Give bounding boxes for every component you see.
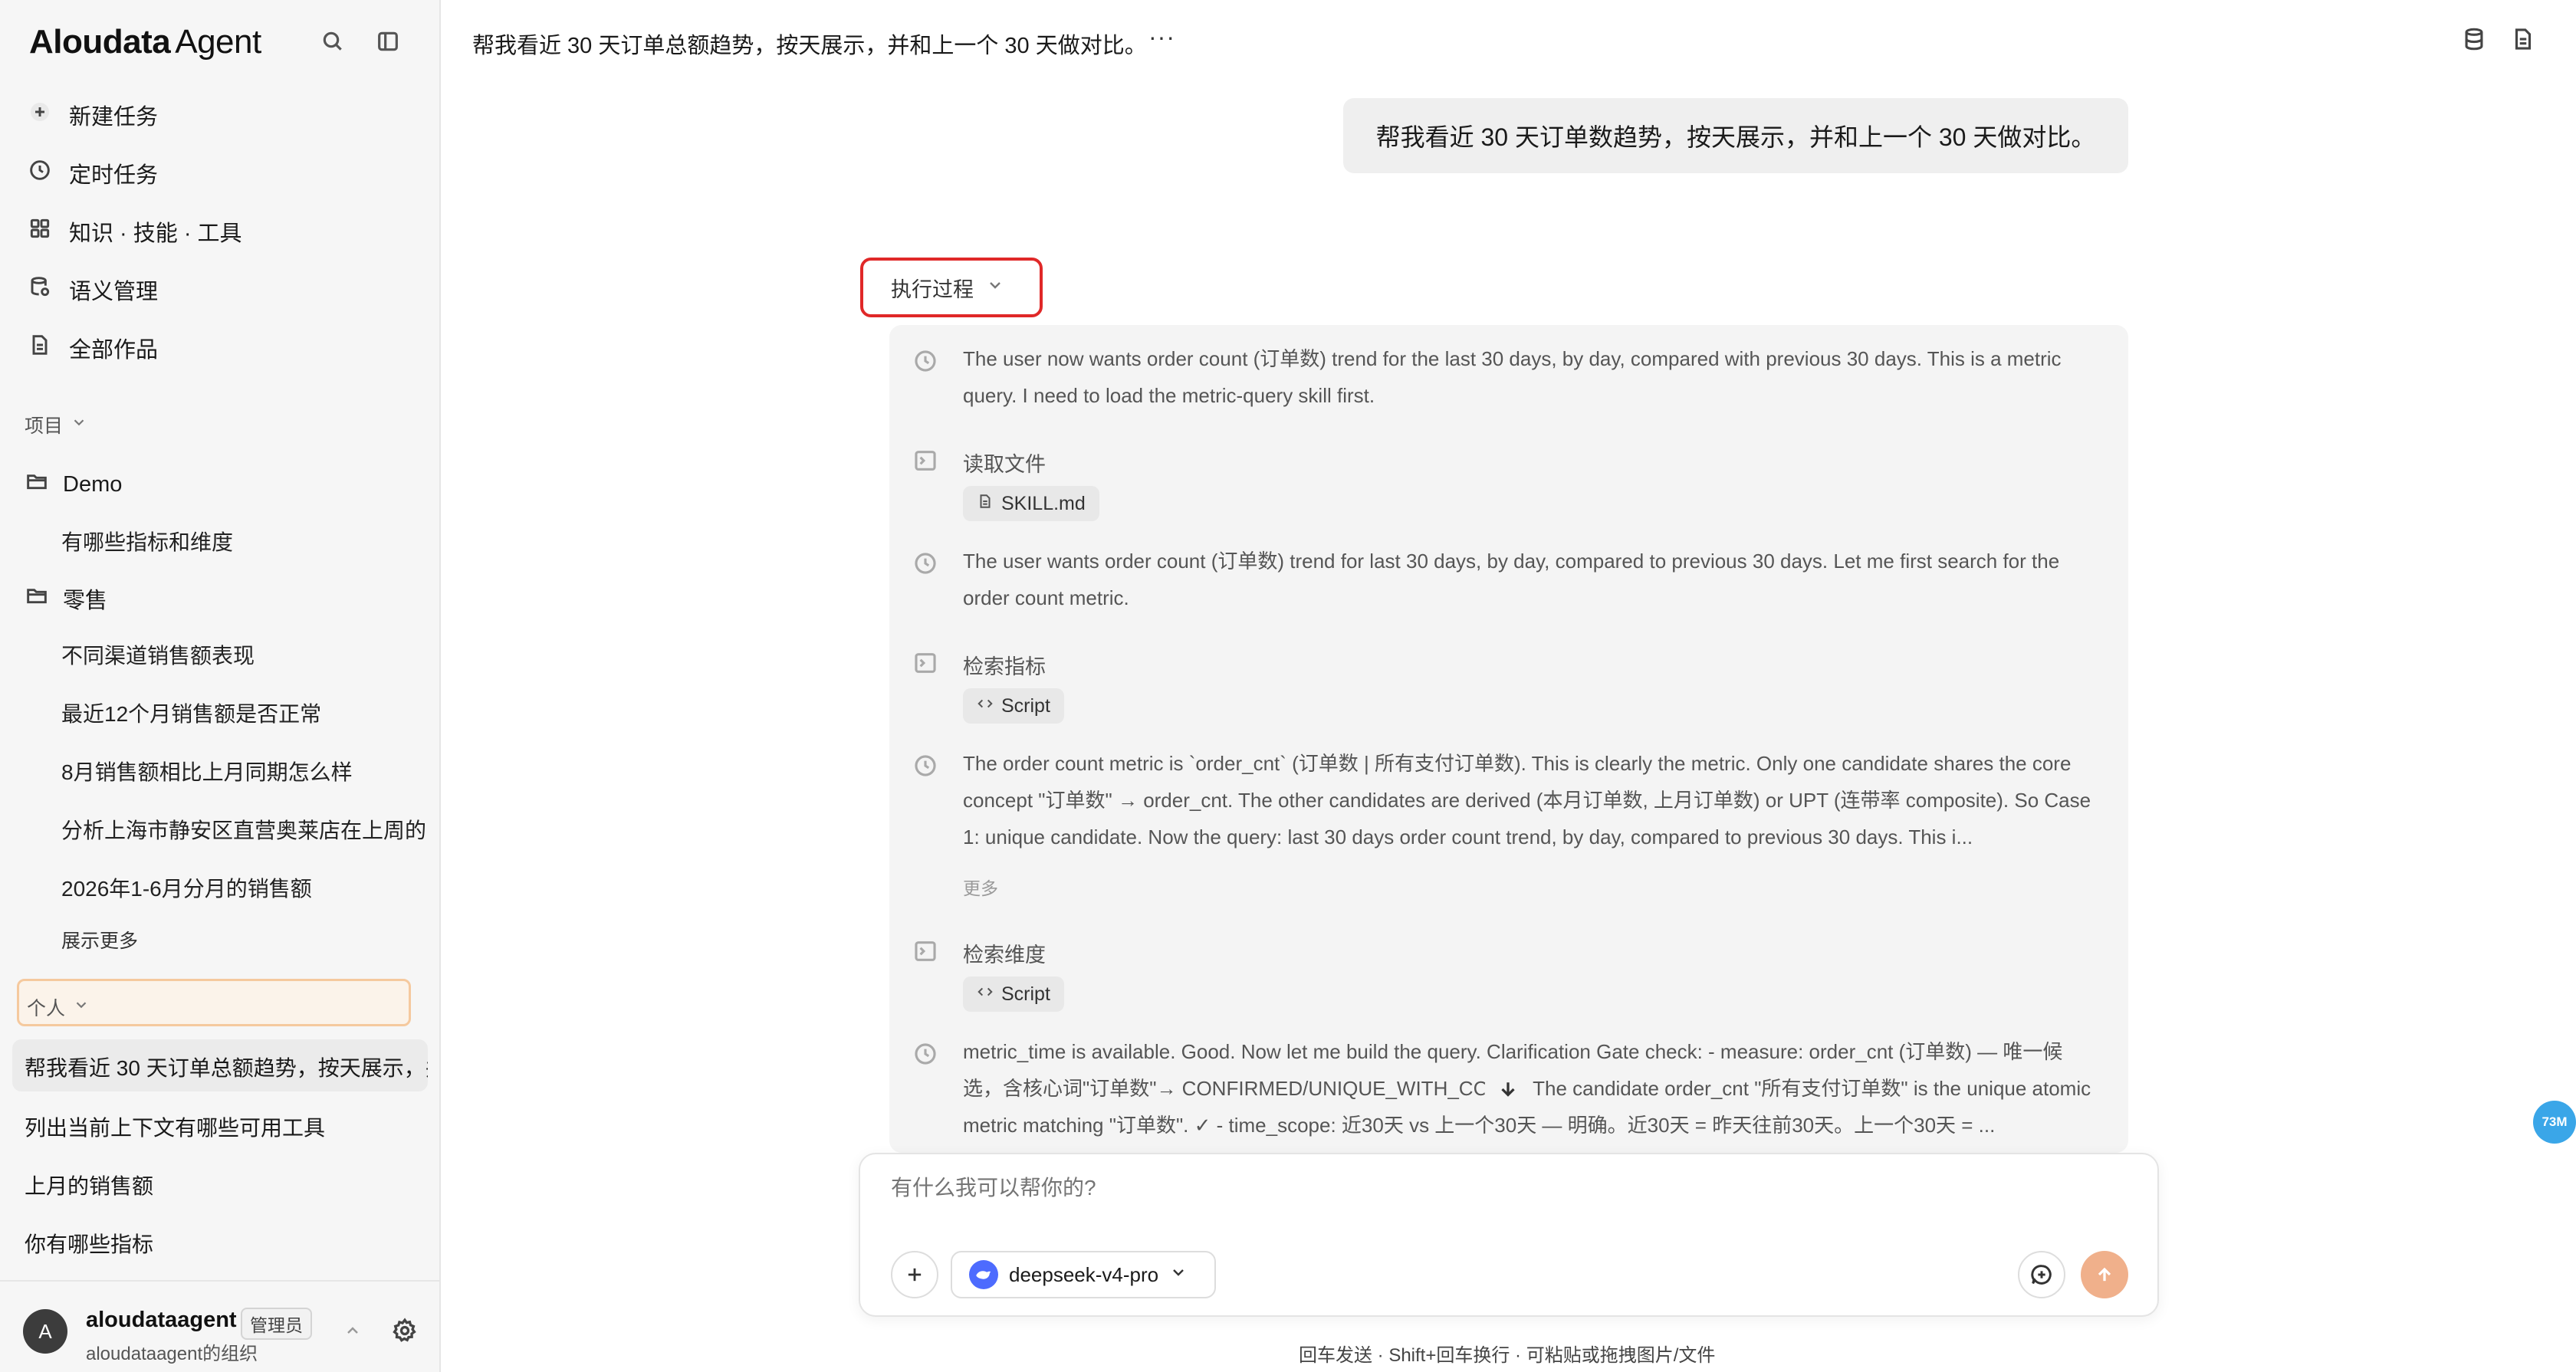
composer-hint: 回车发送 · Shift+回车换行 · 可粘贴或拖拽图片/文件 [1299,1345,1716,1366]
execution-process-toggle[interactable]: 执行过程 [860,258,1043,317]
user-profile-bar: A aloudataagent 管理员 aloudataagent的组织 [0,1280,441,1372]
chip-label: Script [1001,983,1050,1005]
conversation-item[interactable]: 你有哪些指标 [25,1228,416,1259]
chevron-up-icon[interactable] [343,1321,362,1344]
chevron-down-icon [1169,1263,1188,1287]
document-icon [28,333,52,363]
thought-text: The user now wants order count (订单数) tre… [963,347,2062,407]
avatar[interactable]: A [23,1309,67,1354]
tool-step-title: 检索指标 [963,655,1046,678]
script-chip[interactable]: Script [963,976,1064,1012]
nav-semantic-management[interactable]: 语义管理 [28,270,158,310]
nav-label: 语义管理 [69,280,159,304]
nav-label: 新建任务 [69,105,159,130]
user-org: aloudataagent的组织 [86,1344,258,1364]
folder-name: Demo [63,471,123,497]
scroll-to-bottom-button[interactable] [1484,1065,1532,1113]
nav-all-works[interactable]: 全部作品 [28,328,158,368]
script-chip[interactable]: Script [963,688,1064,724]
nav-label: 定时任务 [69,163,159,188]
thought-text: The user wants order count (订单数) trend f… [963,550,2060,609]
file-icon [977,493,994,515]
chevron-down-icon [986,276,1004,300]
attach-button[interactable] [891,1251,938,1298]
nav-knowledge-skills-tools[interactable]: 知识 · 技能 · 工具 [28,212,242,251]
plus-icon [908,1268,922,1282]
thought-text: The order count metric is `order_cnt` (订… [963,752,2091,848]
nav-label: 全部作品 [69,338,159,363]
tool-step-title: 检索维度 [963,944,1046,967]
code-icon [977,695,994,717]
new-chat-button[interactable] [2018,1251,2065,1298]
message-composer: deepseek-v4-pro [859,1153,2159,1317]
personal-label: 个人 [27,998,66,1019]
file-chip[interactable]: SKILL.md [963,486,1099,521]
conversation-title: 帮我看近 30 天订单总额趋势，按天展示，并和上一个 30 天做对比。 [472,34,1147,58]
execution-process-panel: The user now wants order count (订单数) tre… [889,325,2128,1153]
sidebar-toggle-icon[interactable] [373,26,403,57]
conversation-item[interactable]: 上月的销售额 [25,1170,416,1200]
user-message-bubble: 帮我看近 30 天订单数趋势，按天展示，并和上一个 30 天做对比。 [1343,98,2128,173]
folder-demo[interactable]: Demo [25,469,122,500]
clock-icon [912,550,938,580]
role-badge: 管理员 [241,1308,312,1340]
nav-new-task[interactable]: 新建任务 [28,95,158,135]
grid-icon [28,216,52,247]
send-button[interactable] [2081,1251,2128,1298]
document-icon[interactable] [2510,26,2536,56]
terminal-icon [912,650,938,680]
search-icon[interactable] [317,26,348,57]
conversation-item-active[interactable]: 帮我看近 30 天订单总额趋势，按天展示，并和上一个 30 天做对比。 [12,1039,428,1091]
chip-label: SKILL.md [1001,492,1086,514]
terminal-icon [912,448,938,478]
code-icon [977,983,994,1006]
message-input[interactable] [891,1176,2118,1200]
sidebar: Aloudata Agent 新建任务 定时任务 知识 · 技能 · 工具 语义管… [0,0,441,1372]
user-name: aloudataagent [86,1308,237,1332]
project-conversation[interactable]: 8月销售额相比上月同期怎么样 [61,756,429,786]
model-selector[interactable]: deepseek-v4-pro [951,1251,1216,1298]
folder-icon [25,583,49,614]
project-conversation[interactable]: 有哪些指标和维度 [61,526,429,556]
app-logo[interactable]: Aloudata Agent [29,23,261,61]
folder-icon [25,469,49,500]
project-conversation[interactable]: 分析上海市静安区直营奥莱店在上周的 [61,814,429,845]
plus-icon [28,100,52,130]
project-conversation[interactable]: 最近12个月销售额是否正常 [61,697,429,728]
tool-step-title: 读取文件 [963,453,1046,476]
more-options-button[interactable]: ··· [1148,23,1175,51]
chip-label: Script [1001,694,1050,717]
conversation-item[interactable]: 列出当前上下文有哪些可用工具 [25,1111,416,1142]
model-name: deepseek-v4-pro [1009,1262,1159,1286]
nav-label: 知识 · 技能 · 工具 [69,222,242,246]
clock-icon [912,753,938,783]
clock-icon [912,348,938,378]
deepseek-whale-icon [969,1260,998,1289]
chevron-down-icon [71,414,87,436]
clock-icon [28,158,52,189]
project-conversation[interactable]: 2026年1-6月分月的销售额 [61,872,429,903]
add-circle-icon [2031,1265,2052,1285]
semantic-icon [28,274,52,305]
expand-more-link[interactable]: 更多 [963,874,998,900]
process-label: 执行过程 [891,277,974,301]
terminal-icon [912,938,938,968]
projects-section-toggle[interactable]: 项目 [25,411,87,438]
arrow-up-icon [2098,1267,2111,1282]
database-icon[interactable] [2461,26,2487,56]
arrow-down-icon [1501,1082,1515,1097]
folder-retail[interactable]: 零售 [25,583,107,615]
memory-usage-badge[interactable]: 73M [2533,1101,2576,1144]
project-conversation[interactable]: 不同渠道销售额表现 [61,639,429,670]
clock-icon [912,1041,938,1071]
projects-label: 项目 [25,415,64,437]
show-more-link[interactable]: 展示更多 [61,926,138,954]
folder-name: 零售 [63,589,108,613]
gear-icon[interactable] [391,1317,419,1348]
chevron-down-icon [73,996,90,1019]
nav-scheduled-task[interactable]: 定时任务 [28,153,158,193]
personal-section-toggle[interactable]: 个人 [17,979,411,1026]
personal-section-head: 个人 [27,993,90,1021]
